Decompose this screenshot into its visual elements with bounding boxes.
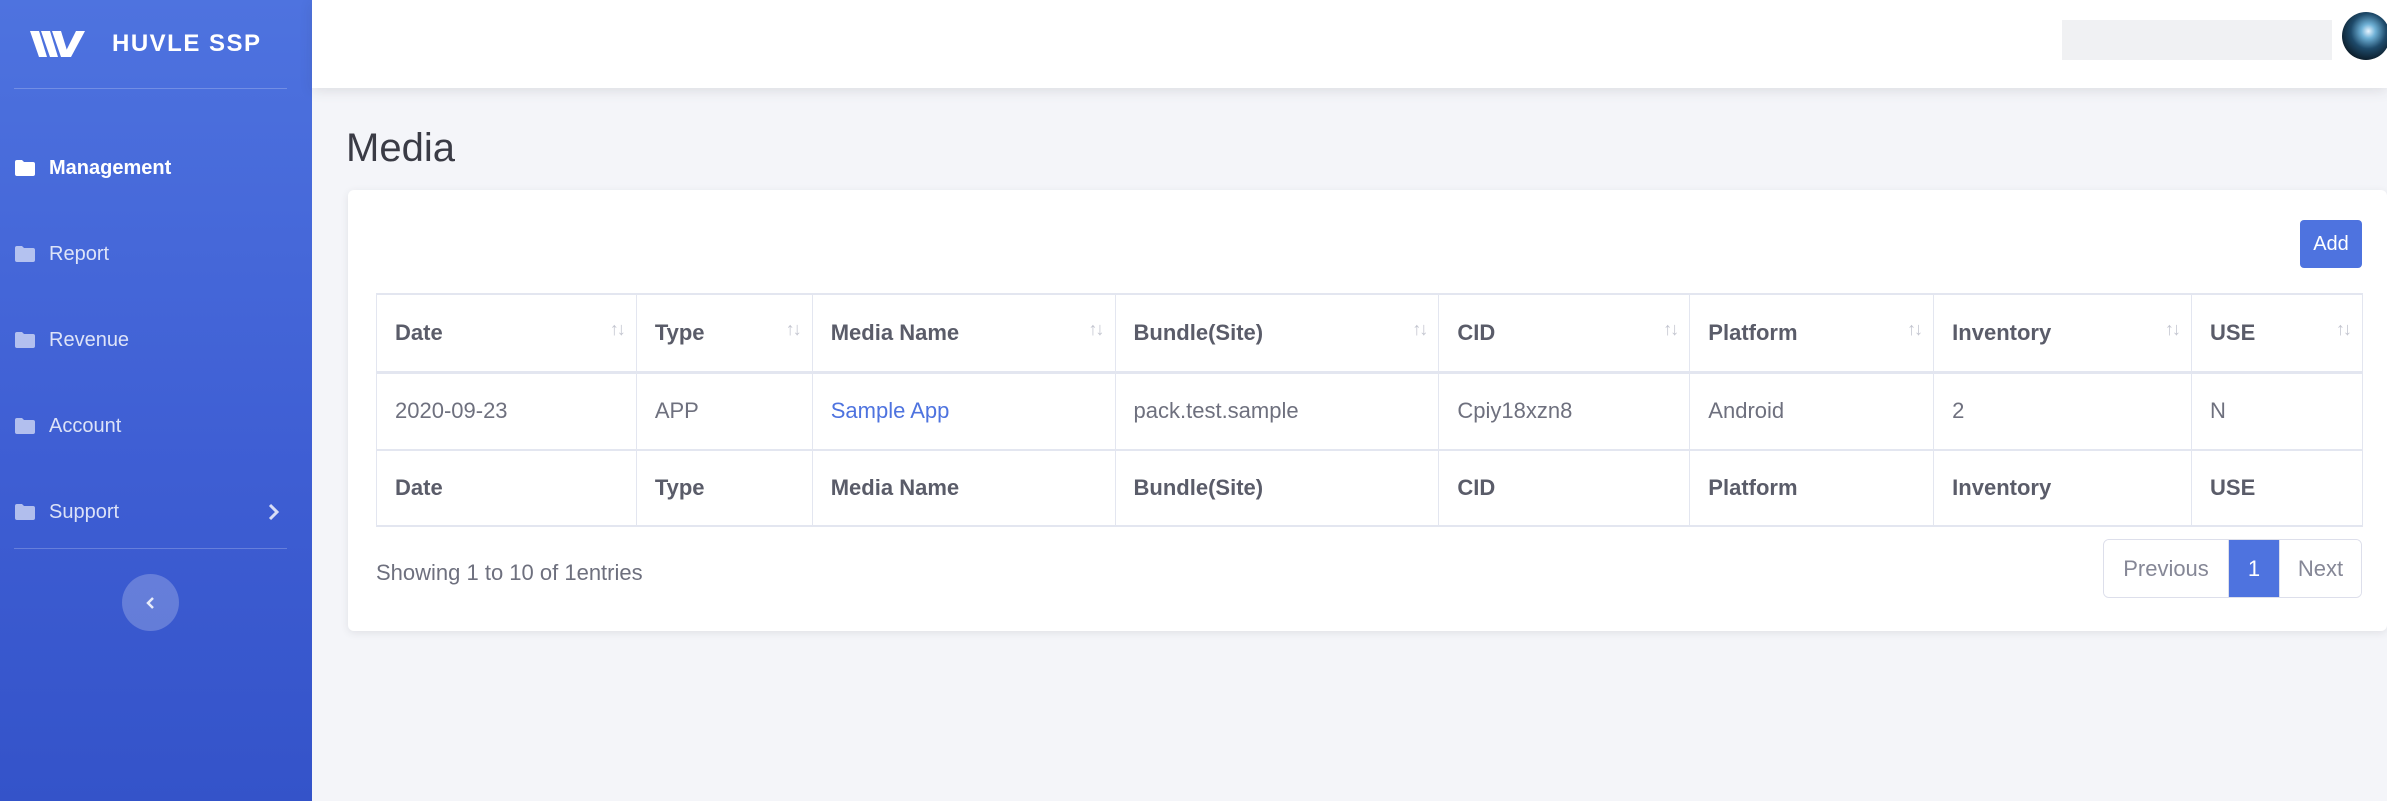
- sidebar-item-label: Management: [49, 156, 172, 179]
- footer-header-inventory: Inventory: [1933, 449, 2193, 527]
- cell-bundle: pack.test.sample: [1114, 371, 1440, 451]
- folder-icon: [15, 504, 35, 520]
- column-header-label: Type: [654, 319, 705, 345]
- pagination-page-1[interactable]: 1: [2229, 540, 2279, 597]
- cell-date: 2020-09-23: [376, 371, 637, 451]
- footer-header-cid: CID: [1438, 449, 1691, 527]
- folder-icon: [15, 246, 35, 262]
- footer-header-type: Type: [635, 449, 813, 527]
- sort-icon: ↑↓: [609, 319, 626, 339]
- sidebar-item-support[interactable]: Support: [0, 469, 312, 555]
- column-header-label: Inventory: [1952, 319, 2052, 345]
- cell-use: N: [2191, 371, 2363, 451]
- folder-icon: [15, 418, 35, 434]
- footer-header-use: USE: [2191, 449, 2363, 527]
- column-header-cid[interactable]: CID ↑↓: [1438, 293, 1691, 374]
- pagination: Previous 1 Next: [2103, 539, 2362, 598]
- add-button[interactable]: Add: [2300, 220, 2362, 268]
- page-title: Media: [346, 126, 455, 170]
- brand[interactable]: HUVLE SSP: [0, 0, 312, 88]
- footer-header-date: Date: [376, 449, 637, 527]
- search-input[interactable]: [2062, 20, 2332, 60]
- sort-icon: ↑↓: [1663, 319, 1679, 339]
- column-header-label: CID: [1457, 319, 1496, 345]
- table-footer-row: Date Type Media Name Bundle(Site) CID Pl…: [376, 449, 2363, 527]
- cell-platform: Android: [1689, 371, 1935, 451]
- column-header-label: USE: [2210, 319, 2256, 345]
- column-header-date[interactable]: Date ↑↓: [376, 293, 637, 374]
- sidebar-item-label: Revenue: [49, 328, 130, 351]
- topbar: [312, 0, 2387, 88]
- column-header-type[interactable]: Type ↑↓: [635, 293, 813, 374]
- column-header-platform[interactable]: Platform ↑↓: [1689, 293, 1935, 374]
- brand-logo-icon: [30, 31, 85, 57]
- brand-name: HUVLE SSP: [112, 30, 262, 57]
- column-header-media-name[interactable]: Media Name ↑↓: [811, 293, 1116, 374]
- sidebar-item-management[interactable]: Management: [0, 125, 312, 211]
- sort-icon: ↑↓: [2165, 319, 2181, 339]
- sidebar-divider: [14, 88, 287, 89]
- column-header-bundle[interactable]: Bundle(Site) ↑↓: [1114, 293, 1440, 374]
- sidebar-item-label: Account: [49, 414, 122, 437]
- column-header-label: Date: [395, 319, 443, 345]
- sidebar-toggle-button[interactable]: [122, 574, 179, 631]
- pagination-previous[interactable]: Previous: [2104, 540, 2229, 597]
- column-header-use[interactable]: USE ↑↓: [2191, 293, 2363, 374]
- folder-icon: [15, 160, 35, 176]
- sidebar-item-label: Report: [49, 242, 110, 265]
- sort-icon: ↑↓: [785, 319, 802, 339]
- sidebar: HUVLE SSP Management Report Revenue Acco…: [0, 0, 312, 801]
- media-name-link[interactable]: Sample App: [831, 398, 950, 423]
- column-header-label: Platform: [1708, 319, 1798, 345]
- sidebar-item-revenue[interactable]: Revenue: [0, 297, 312, 383]
- chevron-left-icon: [145, 596, 154, 609]
- column-header-inventory[interactable]: Inventory ↑↓: [1933, 293, 2193, 374]
- user-avatar[interactable]: [2342, 12, 2387, 60]
- sort-icon: ↑↓: [2336, 319, 2352, 339]
- table-header-row: Date ↑↓ Type ↑↓ Media Name ↑↓ Bundle(Site) ↑…: [376, 293, 2363, 374]
- chevron-right-icon: [268, 503, 280, 521]
- sort-icon: ↑↓: [1088, 319, 1105, 339]
- sort-icon: ↑↓: [1412, 319, 1428, 339]
- table-row: 2020-09-23 APP Sample App pack.test.samp…: [376, 371, 2363, 451]
- media-table: Date ↑↓ Type ↑↓ Media Name ↑↓ Bundle(Site) ↑…: [376, 293, 2363, 527]
- footer-header-media-name: Media Name: [811, 449, 1116, 527]
- sidebar-item-report[interactable]: Report: [0, 211, 312, 297]
- cell-cid: Cpiy18xzn8: [1438, 371, 1691, 451]
- sort-icon: ↑↓: [1907, 319, 1923, 339]
- table-info: Showing 1 to 10 of 1entries: [376, 560, 643, 585]
- cell-inventory: 2: [1933, 371, 2193, 451]
- column-header-label: Bundle(Site): [1133, 319, 1264, 345]
- sidebar-divider: [14, 548, 287, 549]
- cell-media-name: Sample App: [811, 371, 1116, 451]
- column-header-label: Media Name: [830, 319, 960, 345]
- folder-icon: [15, 332, 35, 348]
- pagination-next[interactable]: Next: [2279, 540, 2361, 597]
- footer-header-platform: Platform: [1689, 449, 1935, 527]
- sidebar-item-label: Support: [49, 500, 120, 523]
- sidebar-item-account[interactable]: Account: [0, 383, 312, 469]
- cell-type: APP: [635, 371, 813, 451]
- sidebar-nav: Management Report Revenue Account Suppor…: [0, 125, 312, 555]
- footer-header-bundle: Bundle(Site): [1114, 449, 1440, 527]
